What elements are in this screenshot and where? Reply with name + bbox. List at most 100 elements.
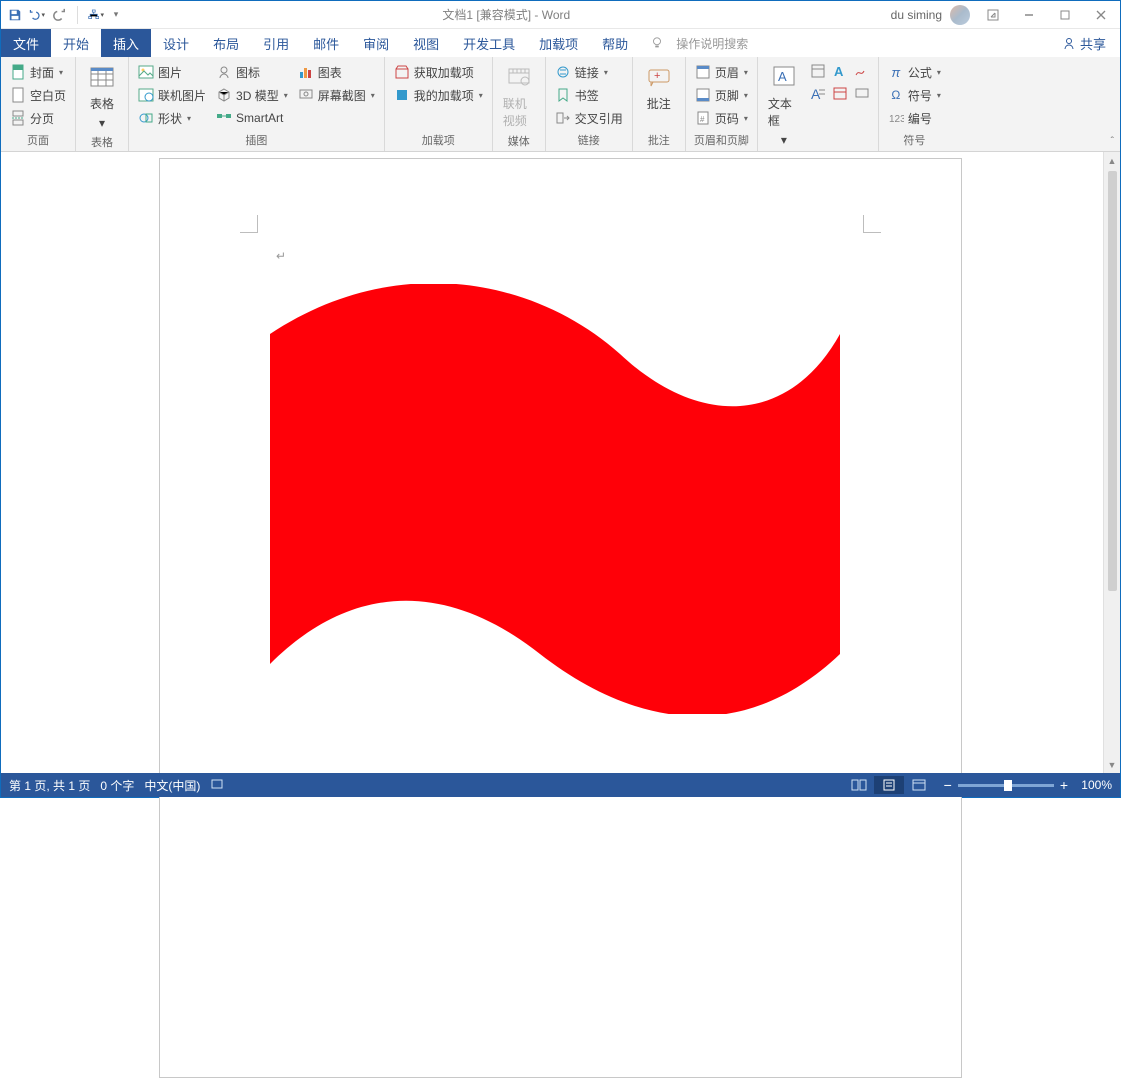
zoom-out-icon[interactable]: − — [944, 777, 952, 793]
chart-button[interactable]: 图表 — [295, 61, 378, 83]
status-words[interactable]: 0 个字 — [100, 777, 134, 794]
tab-insert[interactable]: 插入 — [101, 29, 151, 57]
online-video-button: 联机视频 — [499, 61, 539, 131]
undo-icon[interactable]: ▾ — [29, 7, 45, 23]
search-input[interactable]: 操作说明搜索 — [670, 29, 754, 57]
save-icon[interactable] — [7, 7, 23, 23]
comment-button[interactable]: + 批注 — [639, 61, 679, 114]
table-button[interactable]: 表格 ▾ — [82, 61, 122, 132]
shapes-button[interactable]: 形状▾ — [135, 107, 209, 129]
symbol-icon: Ω — [888, 87, 904, 103]
group-comments: + 批注 批注 — [633, 57, 686, 151]
read-mode-icon[interactable] — [844, 776, 874, 794]
macro-icon[interactable] — [210, 777, 224, 794]
screenshot-button[interactable]: 屏幕截图▾ — [295, 84, 378, 106]
wordart-icon[interactable]: A — [830, 61, 850, 81]
share-button[interactable]: 共享 — [1048, 29, 1120, 57]
crossref-icon — [555, 110, 571, 126]
web-layout-icon[interactable] — [904, 776, 934, 794]
svg-text:123: 123 — [889, 114, 904, 125]
pageno-button[interactable]: #页码▾ — [692, 107, 751, 129]
icons-button[interactable]: 图标 — [213, 61, 291, 83]
vertical-scrollbar[interactable]: ▲ ▼ — [1103, 152, 1120, 773]
zoom-in-icon[interactable]: + — [1060, 777, 1068, 793]
ribbon-display-options-icon[interactable] — [980, 6, 1006, 24]
user-name[interactable]: du siming — [891, 8, 942, 22]
svg-text:A: A — [778, 69, 787, 84]
3d-model-button[interactable]: 3D 模型▾ — [213, 84, 291, 106]
document-canvas[interactable]: ↵ — [1, 152, 1120, 773]
chart-icon — [298, 64, 314, 80]
number-button[interactable]: 123编号 — [885, 107, 944, 129]
tab-layout[interactable]: 布局 — [201, 29, 251, 57]
group-illustrations: 图片 联机图片 形状▾ 图标 3D 模型▾ SmartArt 图表 屏幕截图▾ … — [129, 57, 385, 151]
signature-icon[interactable] — [852, 61, 872, 81]
quickparts-icon[interactable] — [808, 61, 828, 81]
symbol-button[interactable]: Ω符号▾ — [885, 84, 944, 106]
minimize-icon[interactable] — [1016, 6, 1042, 24]
smartart-button[interactable]: SmartArt — [213, 107, 291, 129]
video-icon — [505, 63, 533, 91]
lightbulb-icon[interactable] — [644, 29, 670, 57]
bookmark-button[interactable]: 书签 — [552, 84, 626, 106]
textbox-button[interactable]: A 文本框 ▾ — [764, 61, 804, 149]
group-text: A 文本框 ▾ A A 文本 — [758, 57, 879, 151]
tab-mailings[interactable]: 邮件 — [301, 29, 351, 57]
status-page[interactable]: 第 1 页, 共 1 页 — [9, 777, 90, 794]
collapse-ribbon-icon[interactable]: ˆ — [1111, 136, 1114, 147]
tab-view[interactable]: 视图 — [401, 29, 451, 57]
group-media: 联机视频 媒体 — [493, 57, 546, 151]
number-icon: 123 — [888, 110, 904, 126]
orgchart-icon[interactable]: ▾ — [88, 7, 104, 23]
table-icon — [88, 63, 116, 91]
online-picture-button[interactable]: 联机图片 — [135, 84, 209, 106]
link-button[interactable]: 链接▾ — [552, 61, 626, 83]
header-button[interactable]: 页眉▾ — [692, 61, 751, 83]
tab-references[interactable]: 引用 — [251, 29, 301, 57]
tab-addins[interactable]: 加载项 — [527, 29, 590, 57]
get-addins-button[interactable]: 获取加载项 — [391, 61, 486, 83]
equation-button[interactable]: π公式▾ — [885, 61, 944, 83]
close-icon[interactable] — [1088, 6, 1114, 24]
comment-icon: + — [645, 63, 673, 91]
tab-review[interactable]: 审阅 — [351, 29, 401, 57]
footer-button[interactable]: 页脚▾ — [692, 84, 751, 106]
print-layout-icon[interactable] — [874, 776, 904, 794]
object-icon[interactable] — [852, 83, 872, 103]
crossref-button[interactable]: 交叉引用 — [552, 107, 626, 129]
tab-help[interactable]: 帮助 — [590, 29, 640, 57]
status-lang[interactable]: 中文(中国) — [144, 777, 200, 794]
icons-icon — [216, 64, 232, 80]
cover-page-button[interactable]: 封面▾ — [7, 61, 69, 83]
scroll-down-icon[interactable]: ▼ — [1104, 756, 1120, 773]
redo-icon[interactable] — [51, 7, 67, 23]
zoom-level[interactable]: 100% — [1074, 778, 1112, 792]
page-break-button[interactable]: 分页 — [7, 107, 69, 129]
dropcap-icon[interactable]: A — [808, 83, 828, 103]
smartart-icon — [216, 110, 232, 126]
blank-page-icon — [10, 87, 26, 103]
scroll-up-icon[interactable]: ▲ — [1104, 152, 1120, 169]
tab-home[interactable]: 开始 — [51, 29, 101, 57]
maximize-icon[interactable] — [1052, 6, 1078, 24]
pageno-icon: # — [695, 110, 711, 126]
zoom-slider[interactable] — [958, 784, 1054, 787]
textbox-icon: A — [770, 63, 798, 91]
tab-developer[interactable]: 开发工具 — [451, 29, 527, 57]
page[interactable]: ↵ — [159, 158, 962, 1078]
customize-qat-icon[interactable]: ▾ — [110, 7, 122, 23]
margin-mark — [863, 215, 881, 233]
my-addins-button[interactable]: 我的加载项▾ — [391, 84, 486, 106]
tab-file[interactable]: 文件 — [1, 29, 51, 57]
online-picture-icon — [138, 87, 154, 103]
blank-page-button[interactable]: 空白页 — [7, 84, 69, 106]
page-break-icon — [10, 110, 26, 126]
picture-button[interactable]: 图片 — [135, 61, 209, 83]
window-title: 文档1 [兼容模式] - Word — [122, 6, 891, 23]
group-headerfooter: 页眉▾ 页脚▾ #页码▾ 页眉和页脚 — [686, 57, 758, 151]
tab-design[interactable]: 设计 — [151, 29, 201, 57]
cube-icon — [216, 87, 232, 103]
datetime-icon[interactable] — [830, 83, 850, 103]
wave-shape[interactable] — [270, 284, 840, 714]
avatar[interactable] — [950, 5, 970, 25]
